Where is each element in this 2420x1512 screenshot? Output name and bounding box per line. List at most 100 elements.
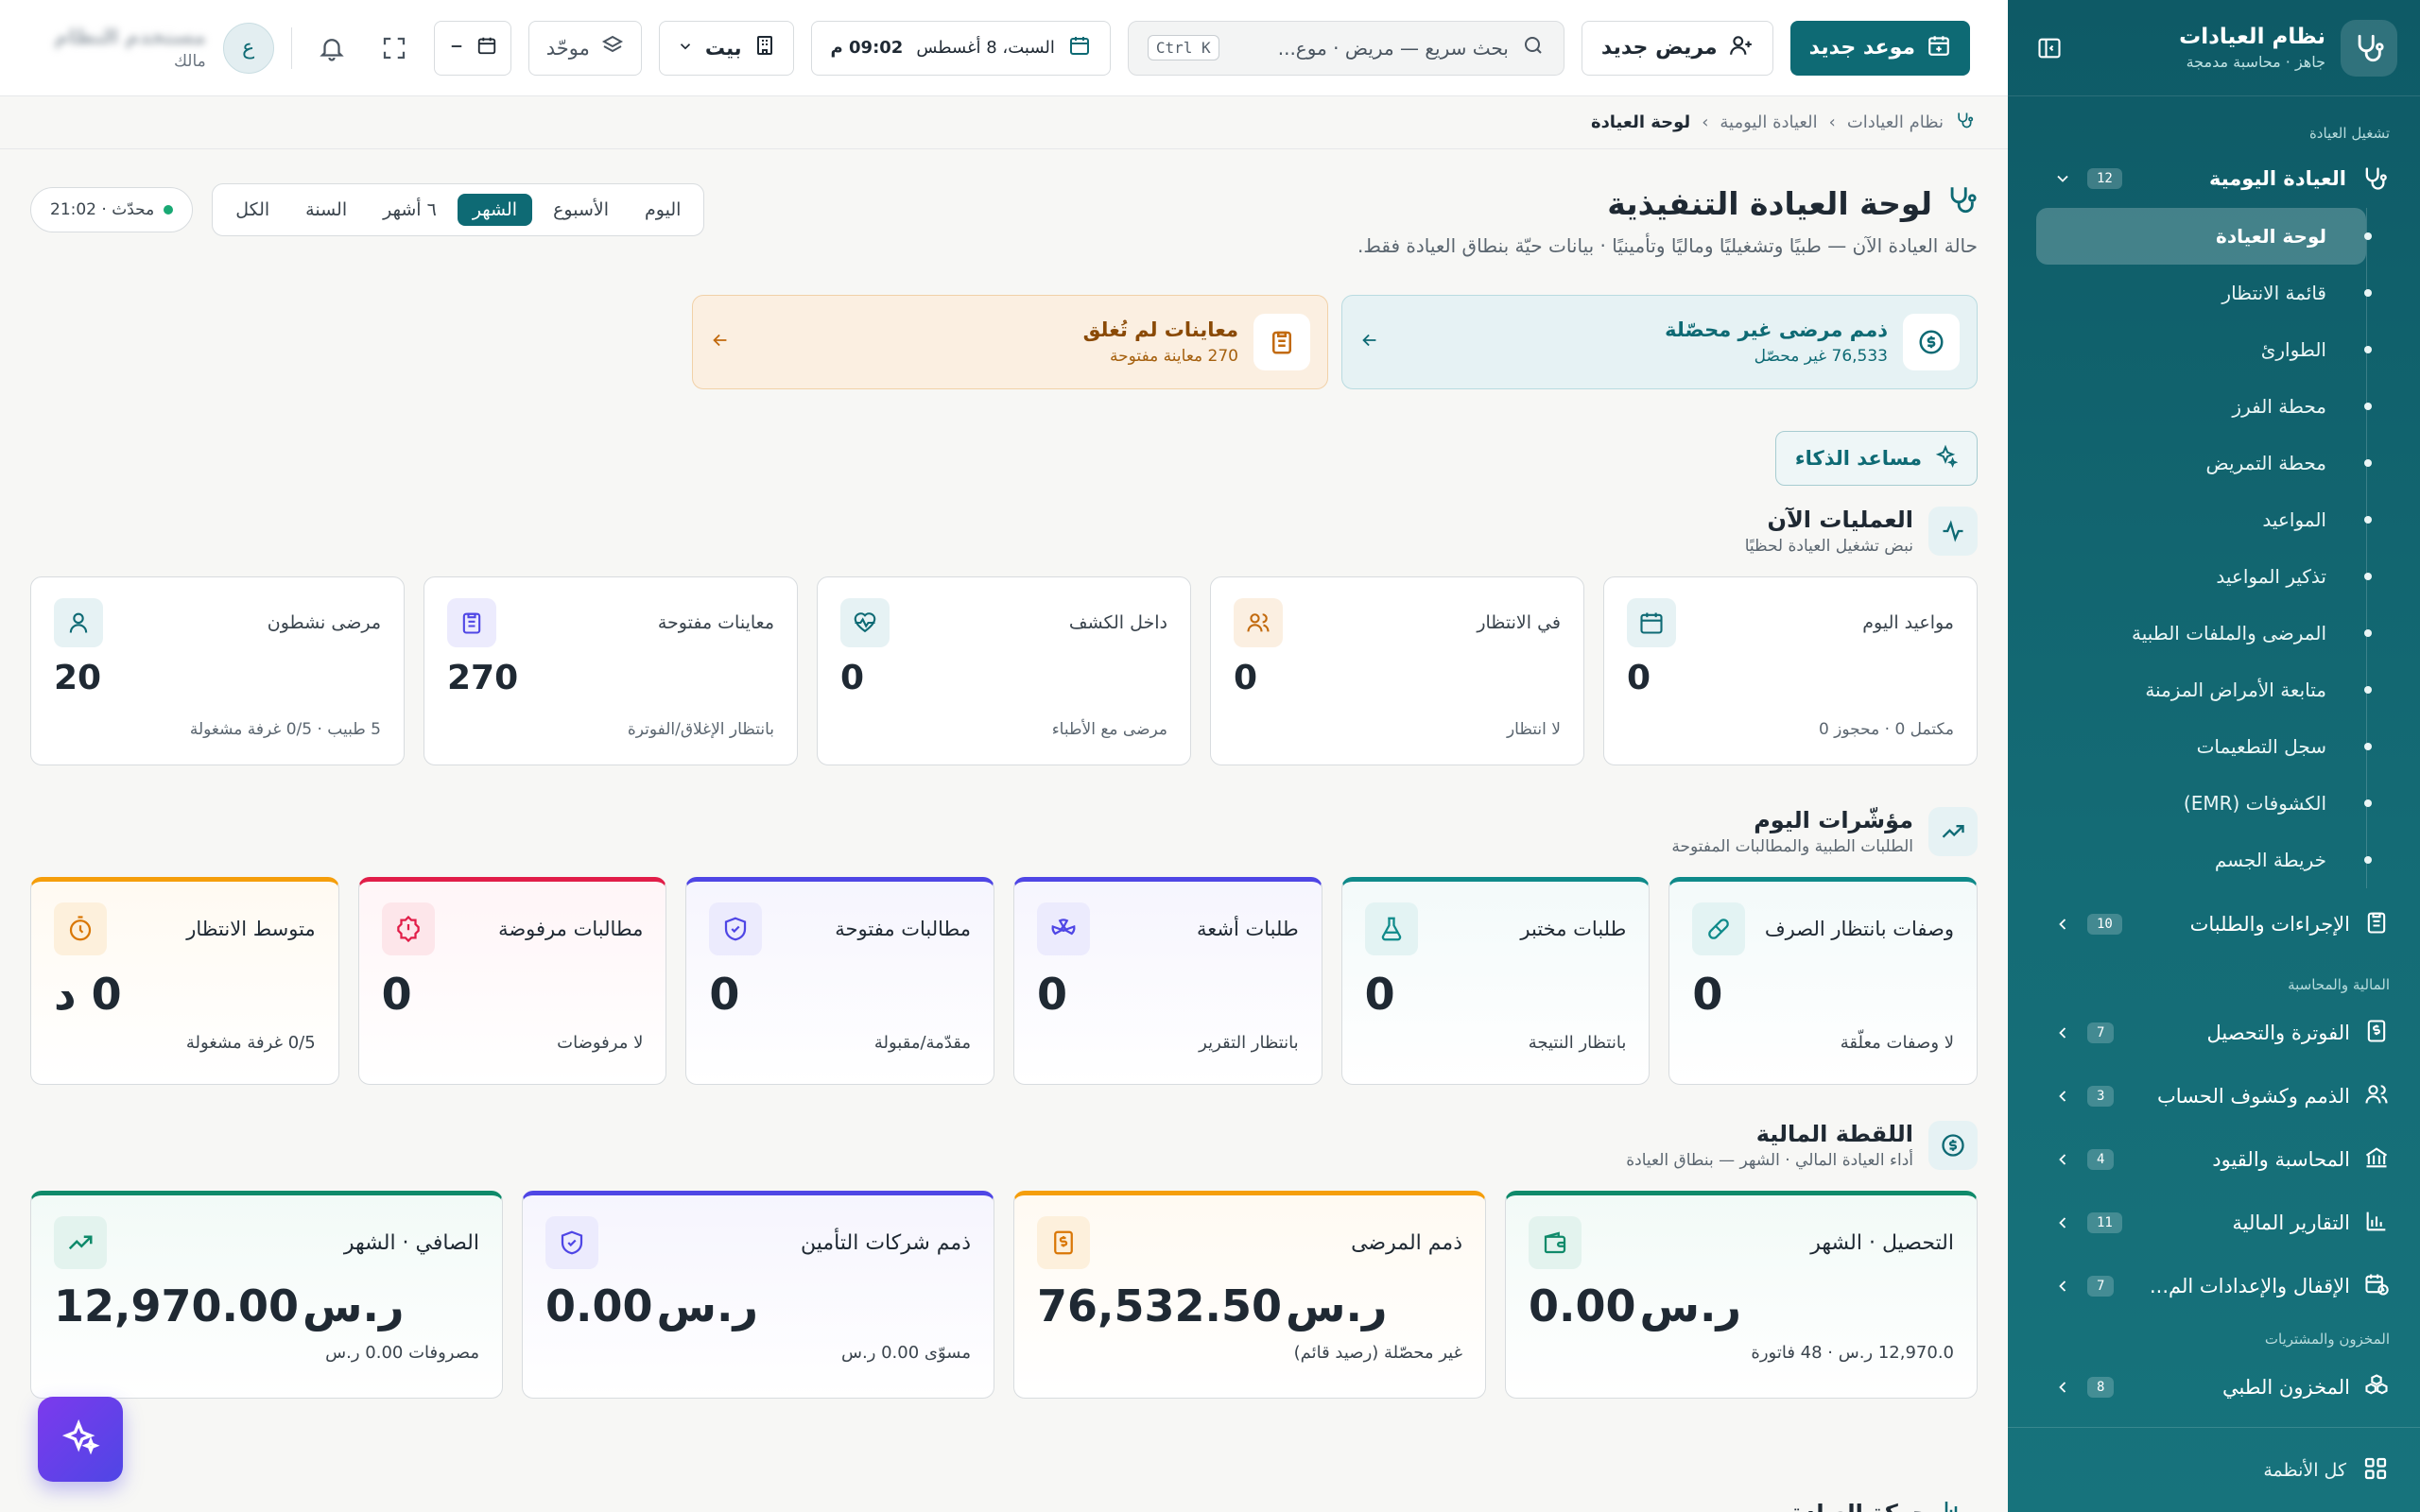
sidebar-item-clinic-dashboard[interactable]: لوحة العيادة xyxy=(2036,208,2372,265)
sidebar-item-emergency[interactable]: الطوارئ xyxy=(2008,321,2372,378)
period-month[interactable]: الشهر xyxy=(457,194,533,226)
kpi-average-wait[interactable]: متوسط الانتظار 0 د 0/5 غرفة مشغولة xyxy=(30,877,339,1085)
stat-value: 0 xyxy=(1234,659,1258,697)
stat-card-active-patients[interactable]: مرضى نشطون 20 5 طبيب · 0/5 غرفة مشغولة xyxy=(30,576,405,765)
timer-icon xyxy=(54,902,108,955)
search-input[interactable]: بحث سريع — مريض · موع... Ctrl K xyxy=(1127,20,1564,76)
sidebar-item-chronic-diseases[interactable]: متابعة الأمراض المزمنة xyxy=(2008,662,2372,718)
sidebar-item-appointments[interactable]: المواعيد xyxy=(2008,491,2372,548)
shield-check-icon xyxy=(709,902,763,955)
sidebar-item-financial-reports[interactable]: التقارير المالية 11 xyxy=(2008,1191,2420,1254)
new-appointment-button[interactable]: موعد جديد xyxy=(1789,20,1970,76)
kpi-lab-orders[interactable]: طلبات مختبر 0 بانتظار النتيجة xyxy=(1340,877,1651,1085)
bell-icon[interactable] xyxy=(309,26,354,71)
stat-card-open-examinations[interactable]: معاينات مفتوحة 270 بانتظار الإغلاق/الفوت… xyxy=(424,576,798,765)
period-year[interactable]: السنة xyxy=(290,194,362,226)
minus-icon xyxy=(448,37,465,60)
date-time-display[interactable]: السبت، 8 أغسطس 09:02 م xyxy=(810,20,1111,76)
unified-view-toggle[interactable]: موحّد xyxy=(527,20,642,76)
chevron-left-icon[interactable] xyxy=(2051,1211,2074,1234)
kpi-radiology-orders[interactable]: طلبات أشعة 0 بانتظار التقرير xyxy=(1013,877,1322,1085)
count-badge: 7 xyxy=(2087,1022,2115,1043)
trend-up-icon xyxy=(1928,807,1978,856)
new-patient-button[interactable]: مريض جديد xyxy=(1581,20,1773,76)
operations-cards: مواعيد اليوم 0 مكتمل 0 · محجوز 0 في الان… xyxy=(30,576,1978,765)
activity-icon xyxy=(1928,507,1978,556)
clipboard-icon xyxy=(447,598,496,647)
kpi-value: 0 د xyxy=(54,969,122,1020)
sidebar-item-closing-settings[interactable]: الإقفال والإعدادات الم... 7 xyxy=(2008,1254,2420,1317)
alert-subtitle: 76,533 غير محصّل xyxy=(1754,347,1888,366)
sidebar-item-billing[interactable]: الفوترة والتحصيل 7 xyxy=(2008,1001,2420,1064)
ai-assistant-button[interactable]: مساعد الذكاء xyxy=(1774,431,1978,486)
kpi-rejected-claims[interactable]: مطالبات مرفوضة 0 لا مرفوضات xyxy=(357,877,667,1085)
sidebar-item-nursing[interactable]: محطة التمريض xyxy=(2008,435,2372,491)
period-today[interactable]: اليوم xyxy=(630,194,696,226)
section-operations-header: العمليات الآن نبض تشغيل العيادة لحظيًا xyxy=(30,507,1978,556)
kpi-footer: بانتظار النتيجة xyxy=(1528,1033,1627,1053)
all-systems-label: كل الأنظمة xyxy=(2263,1459,2346,1481)
user-info[interactable]: مستخدم النظام مالك xyxy=(54,26,205,71)
finance-card-net[interactable]: الصافي · الشهر ر.س12,970.00 مصروفات 0.00… xyxy=(30,1191,503,1399)
sidebar-item-waiting-list[interactable]: قائمة الانتظار xyxy=(2008,265,2372,321)
ai-fab-button[interactable] xyxy=(38,1397,123,1482)
chevron-left-icon[interactable] xyxy=(2051,1148,2074,1171)
breadcrumb-item[interactable]: العيادة اليومية xyxy=(1720,112,1817,132)
breadcrumb-item[interactable]: نظام العيادات xyxy=(1847,112,1944,132)
chevron-left-icon[interactable] xyxy=(2051,1275,2074,1297)
section-title: مؤشّرات اليوم xyxy=(1754,807,1913,833)
calendar-small-icon xyxy=(476,35,497,60)
stat-card-today-appointments[interactable]: مواعيد اليوم 0 مكتمل 0 · محجوز 0 xyxy=(1603,576,1978,765)
sidebar-all-systems[interactable]: كل الأنظمة xyxy=(2008,1427,2420,1512)
finance-card-insurance-receivables[interactable]: ذمم شركات التأمين ر.س0.00 مسوّى 0.00 ر.س xyxy=(522,1191,994,1399)
sidebar-item-emr[interactable]: الكشوفات (EMR) xyxy=(2008,775,2372,832)
sidebar-item-receivables[interactable]: الذمم وكشوف الحساب 3 xyxy=(2008,1064,2420,1127)
chart-icon xyxy=(1942,1497,1970,1512)
kpi-open-claims[interactable]: مطالبات مفتوحة 0 مقدّمة/مقبولة xyxy=(685,877,995,1085)
stat-value: 0 xyxy=(1627,659,1651,697)
chevron-left-icon[interactable] xyxy=(2051,1376,2074,1399)
sidebar-item-accounting[interactable]: المحاسبة والقيود 4 xyxy=(2008,1127,2420,1191)
chevron-left-icon[interactable] xyxy=(2051,913,2074,936)
period-6-months[interactable]: ٦ أشهر xyxy=(368,194,452,226)
sidebar-item-daily-clinic[interactable]: العيادة اليومية 12 xyxy=(2008,149,2420,208)
stat-card-in-exam[interactable]: داخل الكشف 0 مرضى مع الأطباء xyxy=(817,576,1191,765)
alert-open-examinations[interactable]: معاينات لم تُغلق 270 معاينة مفتوحة xyxy=(692,295,1328,389)
alert-unpaid-receivables[interactable]: ذمم مرضى غير محصّلة 76,533 غير محصّل xyxy=(1341,295,1978,389)
chevron-down-icon[interactable] xyxy=(2051,167,2074,190)
calendar-dropdown[interactable] xyxy=(433,20,511,76)
finance-card-patient-receivables[interactable]: ذمم المرضى ر.س76,532.50 غير محصّلة (رصيد… xyxy=(1013,1191,1486,1399)
finance-card-collection[interactable]: التحصيل · الشهر ر.س0.00 12,970.0 ر.س · 4… xyxy=(1505,1191,1978,1399)
stat-card-waiting[interactable]: في الانتظار 0 لا انتظار xyxy=(1210,576,1584,765)
stat-value: 270 xyxy=(447,659,519,697)
branch-select[interactable]: بيت xyxy=(658,20,794,76)
sidebar-item-procedures[interactable]: الإجراءات والطلبات 10 xyxy=(2008,892,2420,955)
stat-footer: بانتظار الإغلاق/الفوترة xyxy=(627,720,774,739)
avatar[interactable]: ع xyxy=(222,22,274,74)
stat-value: 0 xyxy=(840,659,865,697)
section-subtitle: الطلبات الطبية والمطالبات المفتوحة xyxy=(1671,837,1913,856)
period-week[interactable]: الأسبوع xyxy=(538,194,624,226)
sidebar-group-clinic: تشغيل العيادة xyxy=(2308,125,2390,142)
sidebar-item-label: الفوترة والتحصيل xyxy=(2206,1021,2350,1044)
section-subtitle: أداء العيادة المالي · الشهر — بنطاق العي… xyxy=(1626,1151,1913,1170)
sidebar-item-triage[interactable]: محطة الفرز xyxy=(2008,378,2372,435)
invoice-dollar-icon xyxy=(2363,1018,2390,1048)
chevron-left-icon[interactable] xyxy=(2051,1085,2074,1108)
count-badge: 3 xyxy=(2087,1085,2115,1107)
sidebar-item-vaccinations[interactable]: سجل التطعيمات xyxy=(2008,718,2372,775)
calendar-icon xyxy=(1068,34,1091,61)
user-icon xyxy=(54,598,103,647)
kpi-value: 0 xyxy=(381,969,412,1020)
period-all[interactable]: الكل xyxy=(220,194,285,226)
kpi-pending-prescriptions[interactable]: وصفات بانتظار الصرف 0 لا وصفات معلّقة xyxy=(1668,877,1978,1085)
breadcrumb: نظام العيادات › العيادة اليومية › لوحة ا… xyxy=(0,96,2008,149)
sidebar-item-appointment-reminders[interactable]: تذكير المواعيد xyxy=(2008,548,2372,605)
sidebar-item-patients-records[interactable]: المرضى والملفات الطبية xyxy=(2008,605,2372,662)
sidebar-item-medical-inventory[interactable]: المخزون الطبي 8 xyxy=(2008,1355,2420,1418)
fullscreen-icon[interactable] xyxy=(372,26,417,71)
sidebar-collapse-icon[interactable] xyxy=(2031,29,2068,67)
kpi-footer: 0/5 غرفة مشغولة xyxy=(185,1033,316,1053)
chevron-left-icon[interactable] xyxy=(2051,1022,2074,1044)
sidebar-item-body-map[interactable]: خريطة الجسم xyxy=(2008,832,2372,888)
